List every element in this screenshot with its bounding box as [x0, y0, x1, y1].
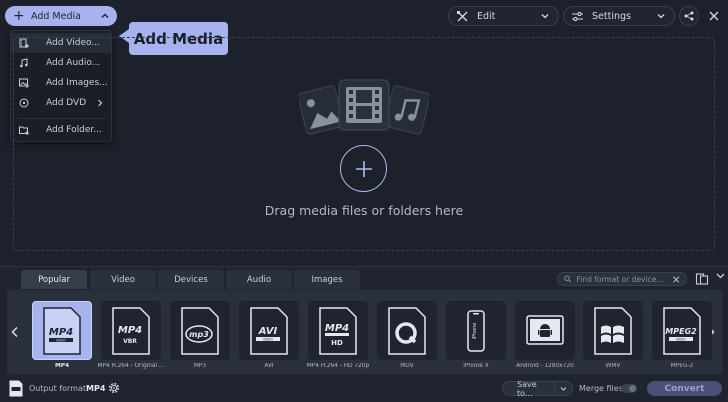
format-sub: VIDEO	[56, 338, 67, 342]
windows-media-file-icon: wmv	[594, 306, 632, 355]
tab-popular[interactable]: Popular	[21, 270, 87, 289]
add-files-button[interactable]	[340, 145, 387, 192]
save-to-label: Save to...	[517, 379, 537, 398]
mpeg2-file-icon: MPEG2 VIDEO	[663, 306, 701, 355]
format-caption: WMV	[605, 363, 621, 369]
format-card: iPhone	[446, 301, 506, 360]
output-format-value: MP4	[86, 384, 106, 393]
plus-icon: +	[13, 8, 25, 24]
save-to-button[interactable]: Save to...	[502, 379, 573, 398]
mp4-file-icon: MP4 VIDEO	[43, 306, 81, 355]
format-sub: VIDEO	[263, 337, 274, 341]
close-button[interactable]	[704, 6, 724, 26]
format-caption: MP4	[54, 363, 70, 369]
format-badge: MP4	[325, 323, 349, 334]
settings-button[interactable]: Settings	[563, 6, 675, 26]
output-format-label: Output format:	[29, 384, 89, 393]
format-badge: wmv	[611, 334, 614, 336]
format-badge: AVI	[258, 326, 278, 337]
chevron-down-icon	[541, 14, 549, 19]
format-badge: iPhone	[472, 322, 478, 339]
format-sub: HD	[331, 339, 343, 347]
clear-icon[interactable]	[673, 275, 680, 283]
format-card: android	[515, 301, 575, 360]
tab-video[interactable]: Video	[90, 270, 156, 289]
format-card: AVI VIDEO	[239, 301, 299, 360]
chevron-down-icon[interactable]	[716, 271, 725, 280]
chevron-down-icon	[657, 14, 665, 19]
drop-zone[interactable]	[13, 37, 715, 251]
edit-button[interactable]: Edit	[448, 6, 559, 26]
format-card: mp3	[170, 301, 230, 360]
format-mp4[interactable]: MP4 VIDEO MP4	[32, 301, 92, 372]
media-files-icon	[299, 79, 429, 135]
format-caption: AVI	[264, 363, 274, 369]
format-sub: VBR	[123, 338, 137, 345]
share-button[interactable]	[679, 6, 699, 26]
tab-images[interactable]: Images	[294, 270, 360, 289]
format-card: wmv	[583, 301, 643, 360]
quicktime-file-icon: Q	[388, 306, 426, 355]
edit-label: Edit	[477, 10, 496, 22]
avi-file-icon: AVI VIDEO	[250, 306, 288, 355]
merge-files-toggle[interactable]	[621, 384, 637, 393]
format-iphone-x[interactable]: iPhone iPhone X	[446, 301, 506, 372]
format-sub: VIDEO	[676, 337, 687, 341]
format-caption: Android - 1280x720	[516, 363, 574, 369]
format-mpeg2[interactable]: MPEG2 VIDEO MPEG-2	[652, 301, 712, 372]
format-mp4-h264-original[interactable]: MP4 VBR MP4 H.264 - Original ...	[97, 301, 165, 372]
format-caption: MPEG-2	[670, 363, 694, 369]
format-wmv[interactable]: wmv WMV	[583, 301, 643, 372]
format-card: MP4 VIDEO	[32, 301, 92, 360]
format-badge: MP4	[49, 327, 73, 338]
tab-devices[interactable]: Devices	[158, 270, 224, 289]
toggle-knob	[629, 385, 636, 392]
presets-icon[interactable]	[695, 272, 709, 286]
format-mp3[interactable]: mp3 MP3	[170, 301, 230, 372]
add-media-label: Add Media	[31, 10, 81, 22]
format-badge: Q	[406, 335, 407, 337]
format-badge: MP4	[118, 325, 142, 336]
gear-icon[interactable]	[108, 382, 120, 394]
format-card: Q	[377, 301, 437, 360]
divider	[554, 382, 556, 395]
format-search	[557, 272, 687, 286]
plus-icon	[355, 160, 372, 177]
share-icon	[684, 11, 694, 21]
merge-files-label: Merge files:	[579, 384, 626, 393]
format-caption: MOV	[400, 363, 414, 369]
search-icon	[564, 275, 572, 283]
format-mp4-h264-hd720p[interactable]: MP4 HD MP4 H.264 - HD 720p	[307, 301, 369, 372]
chevron-left-icon[interactable]	[10, 326, 20, 338]
sliders-icon	[572, 11, 583, 21]
edit-tools-icon	[457, 10, 468, 21]
drop-zone-text: Drag media files or folders here	[264, 203, 464, 218]
mp4-vbr-file-icon: MP4 VBR	[112, 306, 150, 355]
format-badge: mp3	[189, 330, 209, 339]
chevron-down-icon[interactable]	[560, 385, 567, 392]
format-caption: MP4 H.264 - Original ...	[97, 363, 165, 369]
format-card: MP4 VBR	[101, 301, 161, 360]
add-media-button[interactable]: + Add Media	[5, 6, 117, 26]
settings-label: Settings	[592, 10, 631, 22]
tab-audio[interactable]: Audio	[226, 270, 292, 289]
format-mov[interactable]: Q MOV	[377, 301, 437, 372]
format-search-input[interactable]	[576, 274, 674, 284]
format-avi[interactable]: AVI VIDEO AVI	[239, 301, 299, 372]
format-card: MP4 HD	[308, 301, 368, 360]
format-caption: MP4 H.264 - HD 720p	[306, 363, 370, 369]
format-caption: iPhone X	[463, 363, 489, 369]
iphone-icon: iPhone	[467, 309, 485, 352]
output-format-icon	[9, 380, 23, 397]
format-caption: MP3	[193, 363, 207, 369]
mp3-file-icon: mp3	[181, 306, 219, 355]
chevron-up-icon	[101, 13, 109, 18]
format-badge: MPEG2	[665, 327, 697, 336]
android-icon: android	[526, 314, 564, 345]
close-icon	[709, 11, 719, 21]
convert-button[interactable]: Convert	[647, 381, 722, 396]
format-android-1280x720[interactable]: android Android - 1280x720	[515, 301, 575, 372]
format-card: MPEG2 VIDEO	[652, 301, 712, 360]
mp4-hd-file-icon: MP4 HD	[319, 306, 357, 355]
